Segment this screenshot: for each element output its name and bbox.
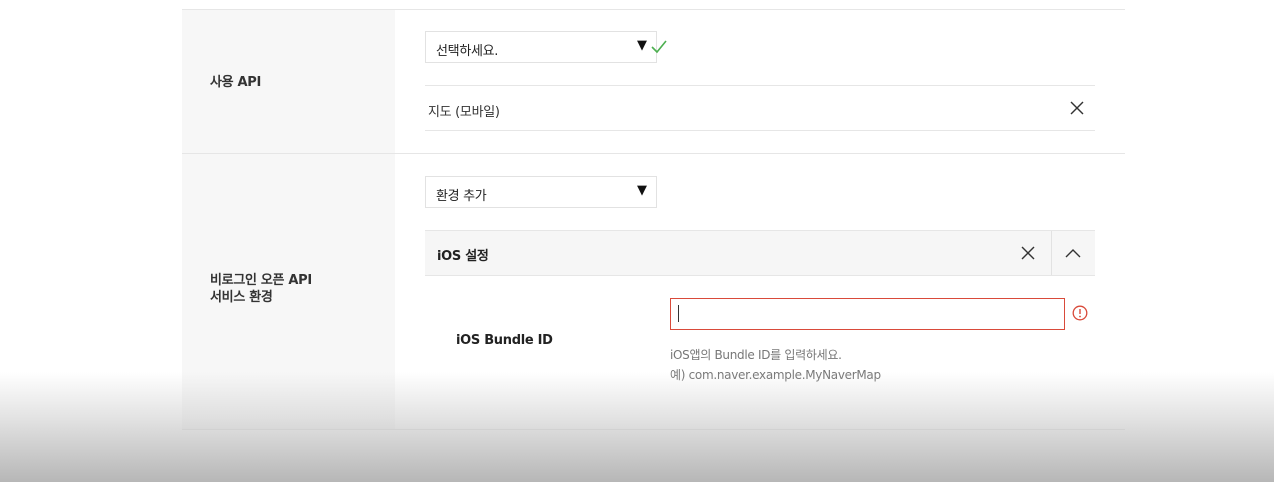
api-row-label: 사용 API [210,75,262,90]
ios-settings-header: iOS 설정 [425,230,1095,276]
api-select[interactable]: 선택하세요. ▼ [425,31,657,63]
ios-settings-title: iOS 설정 [437,249,489,264]
settings-form-table: 사용 API 선택하세요. ▼ 지도 (모바일) 비로그인 오픈 API 서비스… [182,0,1125,430]
text-caret [678,305,679,322]
chevron-up-icon[interactable] [1065,248,1081,258]
close-icon[interactable] [1021,246,1035,260]
header-divider [1051,231,1052,275]
bundle-id-example-text: 예) com.naver.example.MyNaverMap [670,368,881,382]
api-select-value: 선택하세요. [436,44,499,59]
selected-api-item: 지도 (모바일) [425,85,1095,131]
row-divider [182,429,1125,430]
api-row-label-cell: 사용 API [182,10,395,153]
ios-bundle-id-label: iOS Bundle ID [456,333,553,348]
close-icon[interactable] [1070,101,1084,115]
dropdown-arrow-icon: ▼ [637,183,647,198]
check-icon [651,40,667,54]
env-select-value: 환경 추가 [436,189,487,204]
env-row-label-line2: 서비스 환경 [210,290,273,305]
env-add-select[interactable]: 환경 추가 ▼ [425,176,657,208]
selected-api-label: 지도 (모바일) [428,105,500,120]
dropdown-arrow-icon: ▼ [637,38,647,53]
bundle-id-help-text: iOS앱의 Bundle ID를 입력하세요. [670,348,842,362]
alert-circle-icon [1072,305,1088,321]
env-row-label: 비로그인 오픈 API 서비스 환경 [210,272,312,306]
ios-bundle-id-input[interactable] [670,298,1065,330]
env-row-label-cell: 비로그인 오픈 API 서비스 환경 [182,154,395,429]
env-row-label-line1: 비로그인 오픈 API [210,273,312,288]
